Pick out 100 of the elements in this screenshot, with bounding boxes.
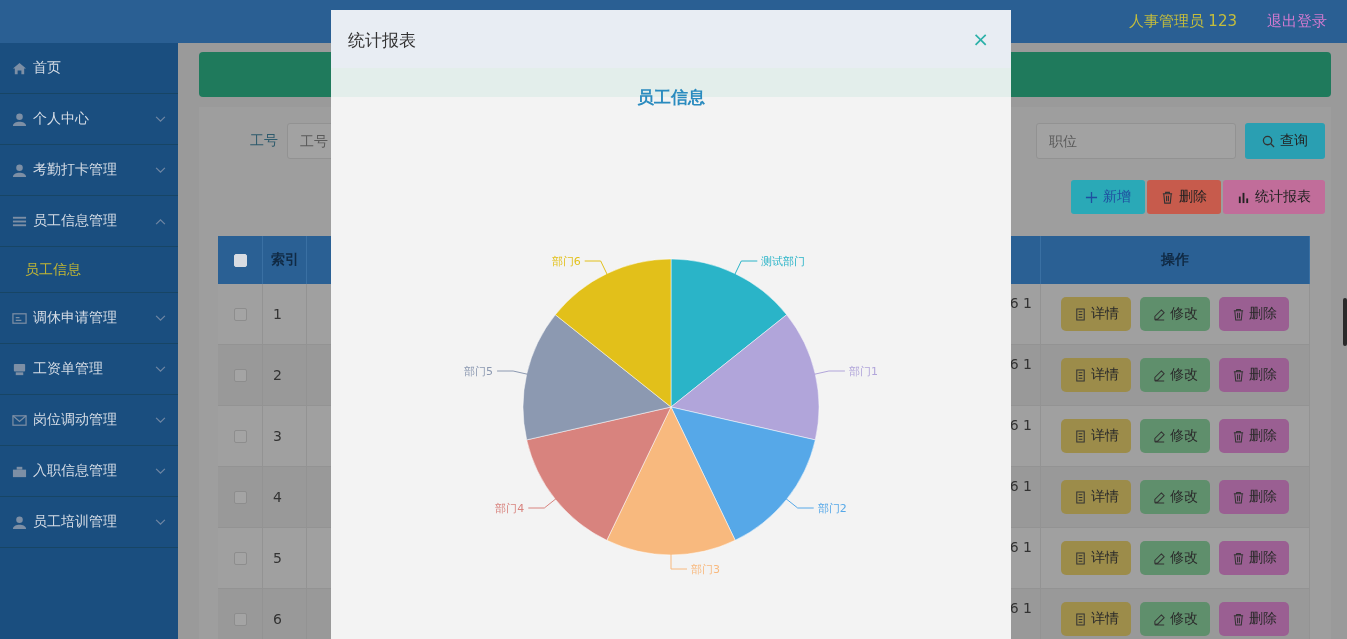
row-action-button[interactable]: 修改 xyxy=(1140,297,1210,331)
pen-icon xyxy=(1152,307,1166,321)
column-header[interactable]: 索引 xyxy=(263,236,307,284)
row-action-button[interactable]: 详情 xyxy=(1061,419,1131,453)
home-icon xyxy=(12,60,27,76)
sidebar-item[interactable]: 入职信息管理 xyxy=(0,446,178,497)
toolbar-button[interactable]: 统计报表 xyxy=(1223,180,1325,214)
pen-icon xyxy=(1152,490,1166,504)
chart-title: 员工信息 xyxy=(636,86,706,109)
table-cell: 6 1 xyxy=(1009,478,1032,494)
row-action-button[interactable]: 修改 xyxy=(1140,602,1210,636)
user-icon xyxy=(12,111,27,127)
slice-label: 部门2 xyxy=(817,502,847,515)
logout-link[interactable]: 退出登录 xyxy=(1267,12,1327,31)
chevron-icon xyxy=(155,518,166,526)
chevron-icon xyxy=(155,416,166,424)
row-action-button[interactable]: 详情 xyxy=(1061,480,1131,514)
bar-chart-icon xyxy=(1237,190,1250,204)
sidebar-item[interactable]: 首页 xyxy=(0,43,178,94)
row-action-button[interactable]: 修改 xyxy=(1140,541,1210,575)
table-cell: 4 xyxy=(263,467,307,528)
document-icon xyxy=(1073,612,1087,626)
trash-icon xyxy=(1161,190,1174,204)
sidebar-item[interactable]: 工资单管理 xyxy=(0,344,178,395)
document-icon xyxy=(1073,307,1087,321)
pen-icon xyxy=(1152,429,1166,443)
column-header[interactable]: 操作 xyxy=(1041,236,1310,284)
document-icon xyxy=(1073,551,1087,565)
table-cell: 5 xyxy=(263,528,307,589)
scrollbar-thumb[interactable] xyxy=(1343,298,1347,346)
leader-line xyxy=(733,260,758,276)
slice-label: 测试部门 xyxy=(761,255,806,269)
row-action-button[interactable]: 删除 xyxy=(1219,358,1289,392)
search-button[interactable]: 查询 xyxy=(1245,123,1325,159)
chevron-icon xyxy=(155,166,166,174)
trash-icon xyxy=(1231,307,1245,321)
row-action-button[interactable]: 删除 xyxy=(1219,480,1289,514)
chevron-icon xyxy=(155,365,166,373)
table-cell: 6 1 xyxy=(1009,417,1032,433)
chevron-icon xyxy=(155,115,166,123)
chevron-icon xyxy=(155,467,166,475)
toolbar-button[interactable]: 新增 xyxy=(1071,180,1145,214)
toolbar-button[interactable]: 删除 xyxy=(1147,180,1221,214)
leader-line xyxy=(670,552,688,570)
table-cell: 2 xyxy=(263,345,307,406)
chevron-icon xyxy=(155,217,166,225)
row-action-button[interactable]: 详情 xyxy=(1061,602,1131,636)
search-field[interactable]: 职位 xyxy=(1036,123,1236,159)
trash-icon xyxy=(1231,368,1245,382)
row-action-button[interactable]: 详情 xyxy=(1061,297,1131,331)
field-label: 工号 xyxy=(250,132,278,150)
table-cell: 6 1 xyxy=(1009,356,1032,372)
sidebar-subitem[interactable]: 员工信息 xyxy=(0,247,178,293)
row-action-button[interactable]: 删除 xyxy=(1219,602,1289,636)
sidebar-item[interactable]: 员工培训管理 xyxy=(0,497,178,548)
row-action-button[interactable]: 删除 xyxy=(1219,297,1289,331)
pen-icon xyxy=(1152,368,1166,382)
sidebar-item[interactable]: 调休申请管理 xyxy=(0,293,178,344)
document-icon xyxy=(1073,368,1087,382)
row-action-button[interactable]: 修改 xyxy=(1140,419,1210,453)
table-cell: 6 1 xyxy=(1009,295,1032,311)
sidebar-item[interactable]: 岗位调动管理 xyxy=(0,395,178,446)
card-icon xyxy=(12,310,27,326)
row-action-button[interactable]: 删除 xyxy=(1219,419,1289,453)
envelope-icon xyxy=(12,412,27,428)
user-icon xyxy=(12,514,27,530)
slice-label: 部门3 xyxy=(691,563,720,576)
chevron-icon xyxy=(155,314,166,322)
pen-icon xyxy=(1152,551,1166,565)
row-action-button[interactable]: 删除 xyxy=(1219,541,1289,575)
table-cell: 6 xyxy=(263,589,307,639)
trash-icon xyxy=(1231,612,1245,626)
leader-line xyxy=(527,497,558,509)
dialog-title: 统计报表 xyxy=(348,28,416,52)
document-icon xyxy=(1073,490,1087,504)
table-cell: 1 xyxy=(263,284,307,345)
leader-line xyxy=(784,497,815,509)
trash-icon xyxy=(1231,429,1245,443)
row-action-button[interactable]: 修改 xyxy=(1140,358,1210,392)
user-icon xyxy=(12,162,27,178)
table-cell: 3 xyxy=(263,406,307,467)
leader-line xyxy=(584,260,609,276)
pen-icon xyxy=(1152,612,1166,626)
sidebar-item[interactable]: 个人中心 xyxy=(0,94,178,145)
close-button[interactable]: × xyxy=(968,29,993,49)
row-action-button[interactable]: 修改 xyxy=(1140,480,1210,514)
slice-label: 部门4 xyxy=(495,502,525,515)
row-action-button[interactable]: 详情 xyxy=(1061,541,1131,575)
row-action-button[interactable]: 详情 xyxy=(1061,358,1131,392)
monitor-icon xyxy=(12,361,27,377)
sidebar-item[interactable]: 员工信息管理 xyxy=(0,196,178,247)
slice-label: 部门5 xyxy=(464,364,494,378)
leader-line xyxy=(812,370,846,375)
trash-icon xyxy=(1231,490,1245,504)
slice-label: 部门1 xyxy=(848,364,878,378)
search-icon xyxy=(1262,134,1275,148)
table-cell: 6 1 xyxy=(1009,600,1032,616)
sidebar-item[interactable]: 考勤打卡管理 xyxy=(0,145,178,196)
user-name: 人事管理员 123 xyxy=(1128,12,1237,31)
trash-icon xyxy=(1231,551,1245,565)
